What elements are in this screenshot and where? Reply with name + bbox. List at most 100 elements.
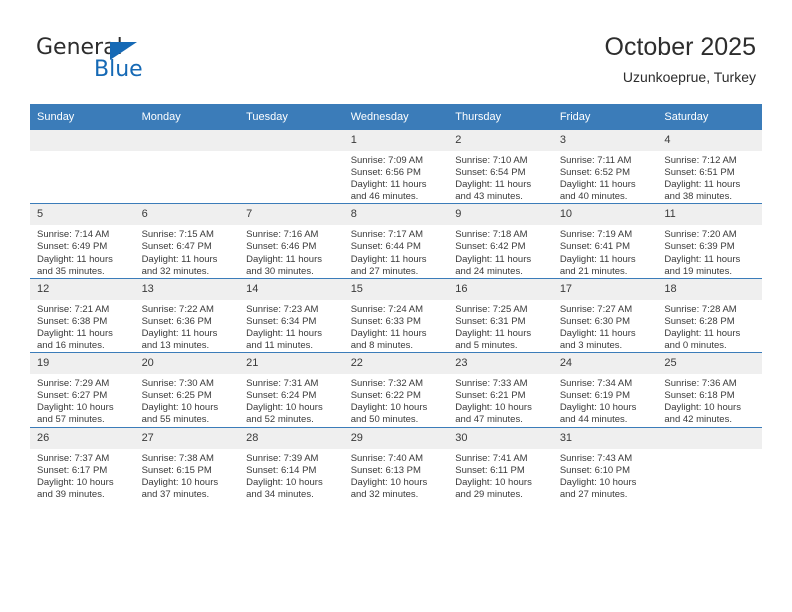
daylight-text-line2: and 3 minutes. [559, 340, 623, 352]
calendar-day-cell[interactable]: 6 Sunrise: 7:15 AM Sunset: 6:47 PM Daylight… [134, 203, 240, 279]
day-info: Sunrise: 7:25 AM Sunset: 6:31 PM Daylight:… [448, 300, 553, 352]
sunset-text: Sunset: 6:41 PM [559, 241, 631, 253]
daylight-text-line2: and 50 minutes. [350, 414, 419, 426]
daylight-text-line2: and 55 minutes. [141, 414, 210, 426]
page-header: General Blue October 2025 Uzunkoeprue, T… [0, 0, 792, 104]
sunrise-text: Sunrise: 7:18 AM [455, 229, 528, 241]
daylight-text-line2: and 38 minutes. [664, 191, 732, 203]
day-number: 27 [134, 427, 240, 449]
weekday-header-tuesday: Tuesday [239, 104, 344, 130]
calendar-table: Sunday Monday Tuesday Wednesday Thursday Frid… [30, 104, 762, 501]
calendar-day-cell[interactable]: 8 Sunrise: 7:17 AM Sunset: 6:44 PM Daylight… [343, 203, 449, 279]
sunrise-text: Sunrise: 7:15 AM [141, 229, 214, 241]
day-info: Sunrise: 7:39 AM Sunset: 6:14 PM Daylight:… [239, 449, 344, 501]
calendar-day-cell[interactable]: 22 Sunrise: 7:32 AM Sunset: 6:22 PM Dayligh… [343, 352, 449, 427]
sunset-text: Sunset: 6:11 PM [455, 464, 525, 476]
day-info: Sunrise: 7:38 AM Sunset: 6:15 PM Daylight:… [135, 449, 240, 501]
daylight-text-line1: Daylight: 11 hours [141, 253, 218, 265]
day-info: Sunrise: 7:30 AM Sunset: 6:25 PM Daylight:… [135, 374, 240, 426]
calendar-day-cell[interactable]: 15 Sunrise: 7:24 AM Sunset: 6:33 PM Dayligh… [343, 277, 449, 353]
calendar-day-cell[interactable]: 9 Sunrise: 7:18 AM Sunset: 6:42 PM Daylight… [448, 203, 553, 279]
weekday-header-friday: Friday [552, 104, 658, 130]
calendar-day-cell[interactable]: 17 Sunrise: 7:27 AM Sunset: 6:30 PM Dayligh… [552, 277, 658, 353]
sunrise-text: Sunrise: 7:29 AM [37, 378, 110, 390]
calendar-day-cell[interactable]: 25 Sunrise: 7:36 AM Sunset: 6:18 PM Dayligh… [657, 352, 762, 427]
sunrise-text: Sunrise: 7:17 AM [350, 229, 424, 241]
day-info: Sunrise: 7:12 AM Sunset: 6:51 PM Daylight:… [657, 151, 762, 203]
sunset-text: Sunset: 6:15 PM [141, 464, 212, 476]
day-info: Sunrise: 7:43 AM Sunset: 6:10 PM Daylight:… [553, 449, 658, 501]
daylight-text-line1: Daylight: 10 hours [37, 402, 114, 414]
calendar-day-cell[interactable]: 30 Sunrise: 7:41 AM Sunset: 6:11 PM Dayligh… [448, 426, 553, 501]
brand-logo[interactable]: General Blue [36, 36, 236, 92]
sunrise-text: Sunrise: 7:16 AM [246, 229, 319, 241]
daylight-text-line1: Daylight: 10 hours [37, 476, 114, 488]
calendar-day-cell[interactable]: 28 Sunrise: 7:39 AM Sunset: 6:14 PM Dayligh… [239, 426, 344, 501]
page-subtitle: Uzunkoeprue, Turkey [622, 69, 756, 85]
daylight-text-line1: Daylight: 11 hours [455, 253, 532, 265]
calendar-day-cell[interactable]: 3 Sunrise: 7:11 AM Sunset: 6:52 PM Daylight… [552, 128, 658, 204]
day-info: Sunrise: 7:40 AM Sunset: 6:13 PM Daylight:… [344, 449, 449, 501]
sunset-text: Sunset: 6:28 PM [664, 315, 735, 327]
sunset-text: Sunset: 6:36 PM [141, 315, 212, 327]
calendar-week-row: 5 Sunrise: 7:14 AM Sunset: 6:49 PM Daylight… [30, 203, 762, 279]
day-info: Sunrise: 7:19 AM Sunset: 6:41 PM Daylight:… [553, 225, 658, 277]
day-info: Sunrise: 7:10 AM Sunset: 6:54 PM Daylight:… [448, 151, 553, 203]
sunrise-text: Sunrise: 7:31 AM [246, 378, 319, 390]
daylight-text-line2: and 11 minutes. [246, 340, 314, 352]
sunrise-text: Sunrise: 7:19 AM [559, 229, 633, 241]
day-number: 29 [343, 427, 449, 449]
calendar-day-cell[interactable]: 27 Sunrise: 7:38 AM Sunset: 6:15 PM Dayligh… [134, 426, 240, 501]
sunrise-text: Sunrise: 7:38 AM [141, 452, 214, 464]
calendar-day-cell[interactable]: 21 Sunrise: 7:31 AM Sunset: 6:24 PM Dayligh… [239, 352, 344, 427]
daylight-text-line2: and 39 minutes. [37, 488, 105, 500]
calendar-day-cell[interactable]: 23 Sunrise: 7:33 AM Sunset: 6:21 PM Dayligh… [448, 352, 553, 427]
calendar-day-cell[interactable]: 24 Sunrise: 7:34 AM Sunset: 6:19 PM Dayligh… [552, 352, 658, 427]
daylight-text-line2: and 32 minutes. [141, 265, 210, 277]
daylight-text-line2: and 57 minutes. [37, 414, 105, 426]
daylight-text-line1: Daylight: 11 hours [664, 179, 741, 191]
sunset-text: Sunset: 6:27 PM [37, 390, 108, 402]
calendar-day-cell[interactable]: 26 Sunrise: 7:37 AM Sunset: 6:17 PM Dayligh… [30, 426, 135, 501]
day-info: Sunrise: 7:20 AM Sunset: 6:39 PM Daylight:… [657, 225, 762, 277]
calendar-day-cell[interactable]: 13 Sunrise: 7:22 AM Sunset: 6:36 PM Dayligh… [134, 277, 240, 353]
calendar-day-cell[interactable]: 10 Sunrise: 7:19 AM Sunset: 6:41 PM Dayligh… [552, 203, 658, 279]
calendar-day-cell[interactable]: 5 Sunrise: 7:14 AM Sunset: 6:49 PM Daylight… [30, 203, 135, 279]
day-number [30, 130, 135, 151]
calendar-day-cell[interactable]: 11 Sunrise: 7:20 AM Sunset: 6:39 PM Dayligh… [657, 203, 762, 279]
calendar-day-cell[interactable]: 18 Sunrise: 7:28 AM Sunset: 6:28 PM Dayligh… [657, 277, 762, 353]
sunrise-text: Sunrise: 7:27 AM [559, 303, 633, 315]
daylight-text-line2: and 42 minutes. [664, 414, 732, 426]
brand-name-blue: Blue [94, 57, 143, 82]
daylight-text-line1: Daylight: 11 hours [350, 253, 427, 265]
calendar-day-cell[interactable]: 1 Sunrise: 7:09 AM Sunset: 6:56 PM Daylight… [343, 128, 449, 204]
calendar-day-cell[interactable]: 19 Sunrise: 7:29 AM Sunset: 6:27 PM Dayligh… [30, 352, 135, 427]
day-info: Sunrise: 7:16 AM Sunset: 6:46 PM Daylight:… [239, 225, 344, 277]
day-number: 15 [343, 278, 449, 300]
sunrise-text: Sunrise: 7:36 AM [664, 378, 737, 390]
weekday-header-thursday: Thursday [448, 104, 553, 130]
calendar-day-cell[interactable]: 7 Sunrise: 7:16 AM Sunset: 6:46 PM Daylight… [239, 203, 344, 279]
daylight-text-line2: and 13 minutes. [141, 340, 210, 352]
day-number: 25 [657, 353, 762, 375]
calendar-day-cell[interactable]: 2 Sunrise: 7:10 AM Sunset: 6:54 PM Daylight… [448, 128, 553, 204]
sunset-text: Sunset: 6:24 PM [246, 390, 317, 402]
day-number: 24 [552, 353, 658, 375]
calendar-day-cell[interactable]: 20 Sunrise: 7:30 AM Sunset: 6:25 PM Dayligh… [134, 352, 240, 427]
calendar-day-cell[interactable]: 29 Sunrise: 7:40 AM Sunset: 6:13 PM Dayligh… [343, 426, 449, 501]
calendar-day-cell[interactable]: 31 Sunrise: 7:43 AM Sunset: 6:10 PM Dayligh… [552, 426, 658, 501]
daylight-text-line2: and 27 minutes. [350, 265, 419, 277]
weekday-header-sunday: Sunday [30, 104, 135, 130]
daylight-text-line2: and 34 minutes. [246, 488, 314, 500]
calendar-day-cell[interactable]: 14 Sunrise: 7:23 AM Sunset: 6:34 PM Dayligh… [239, 277, 344, 353]
day-number: 10 [552, 204, 658, 226]
day-info: Sunrise: 7:27 AM Sunset: 6:30 PM Daylight:… [553, 300, 658, 352]
calendar-day-cell[interactable]: 12 Sunrise: 7:21 AM Sunset: 6:38 PM Dayligh… [30, 277, 135, 353]
sunset-text: Sunset: 6:56 PM [350, 167, 421, 179]
calendar-day-cell[interactable]: 4 Sunrise: 7:12 AM Sunset: 6:51 PM Daylight… [657, 128, 762, 204]
calendar-week-row: 26 Sunrise: 7:37 AM Sunset: 6:17 PM Dayligh… [30, 426, 762, 501]
calendar-day-cell[interactable]: 16 Sunrise: 7:25 AM Sunset: 6:31 PM Dayligh… [448, 277, 553, 353]
daylight-text-line1: Daylight: 11 hours [37, 253, 113, 265]
daylight-text-line2: and 43 minutes. [455, 191, 523, 203]
daylight-text-line2: and 24 minutes. [455, 265, 523, 277]
